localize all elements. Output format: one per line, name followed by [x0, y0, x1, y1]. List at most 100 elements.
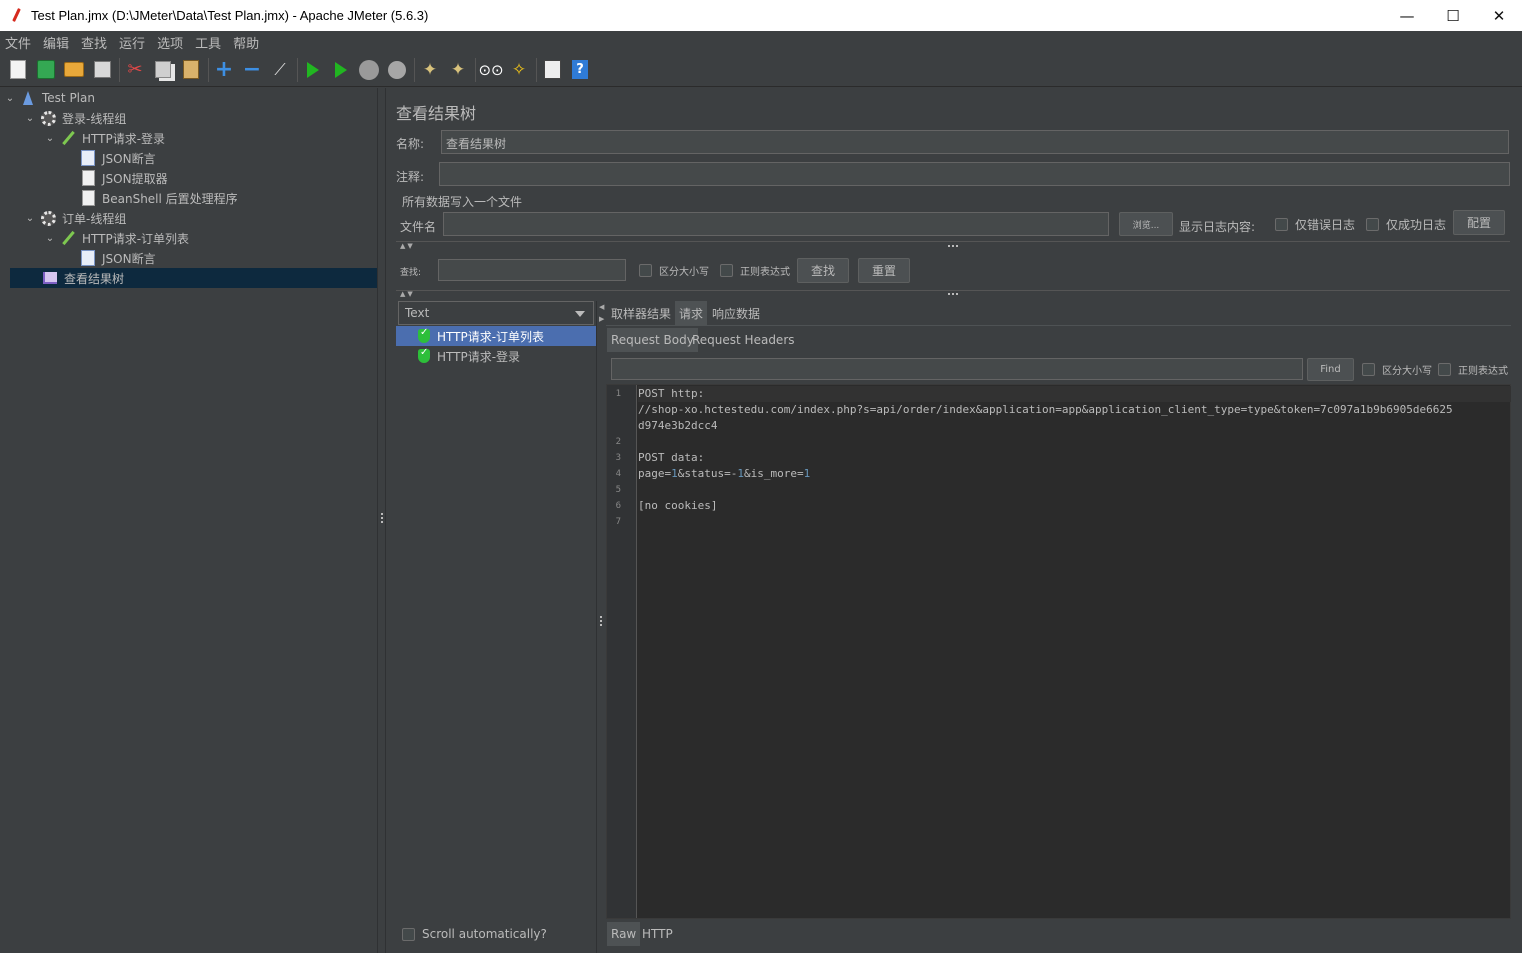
stop-button[interactable]: [358, 59, 380, 81]
list-item[interactable]: HTTP请求-订单列表: [396, 326, 596, 346]
chevron-down-icon[interactable]: ⌄: [24, 113, 36, 124]
expand-all-button[interactable]: +: [213, 57, 235, 82]
drag-grip-icon[interactable]: [948, 245, 960, 247]
tree-item-order-thread-group[interactable]: ⌄ 订单-线程组: [24, 208, 126, 228]
tree-item-login-thread-group[interactable]: ⌄ 登录-线程组: [24, 108, 126, 128]
start-button[interactable]: [302, 59, 324, 81]
collapse-arrows-icon[interactable]: ▲▼: [400, 242, 415, 250]
tab-request-body[interactable]: Request Body: [607, 328, 698, 352]
new-button[interactable]: [7, 59, 29, 81]
checkbox-box[interactable]: [639, 264, 652, 277]
tab-request-headers[interactable]: Request Headers: [688, 328, 799, 352]
tab-http[interactable]: HTTP: [638, 922, 677, 946]
checkbox-box[interactable]: [720, 264, 733, 277]
save-button[interactable]: [91, 59, 113, 81]
checkbox-box[interactable]: [1362, 363, 1375, 376]
regex-checkbox[interactable]: 正则表达式: [720, 263, 790, 278]
renderer-select[interactable]: Text: [398, 301, 594, 325]
menu-help[interactable]: 帮助: [228, 33, 265, 52]
tab-raw[interactable]: Raw: [607, 922, 641, 946]
list-item[interactable]: HTTP请求-登录: [396, 346, 596, 366]
close-button[interactable]: ✕: [1476, 0, 1522, 31]
tree-item-json-assertion[interactable]: JSON断言: [80, 148, 156, 168]
line-number: 4: [615, 469, 621, 479]
checkbox-box[interactable]: [1275, 218, 1288, 231]
tab-request[interactable]: 请求: [675, 301, 708, 325]
configure-button[interactable]: 配置: [1453, 210, 1505, 235]
start-no-pauses-button[interactable]: [330, 59, 352, 81]
collapse-arrows-icon[interactable]: ▲▼: [400, 290, 415, 298]
tab-underline: [606, 325, 1511, 326]
checkbox-box[interactable]: [1438, 363, 1451, 376]
tab-sampler-result[interactable]: 取样器结果: [607, 301, 675, 325]
main-splitter[interactable]: [377, 88, 386, 953]
search-input[interactable]: [438, 259, 626, 281]
minimize-button[interactable]: —: [1384, 0, 1430, 31]
copy-icon: [155, 61, 171, 78]
menu-run[interactable]: 运行: [114, 33, 151, 52]
toolbar-separator: [414, 57, 415, 82]
tree-item-http-order-list[interactable]: ⌄ HTTP请求-订单列表: [44, 228, 189, 248]
toolbar-separator: [475, 57, 476, 82]
tree-item-json-assertion-2[interactable]: JSON断言: [80, 248, 156, 268]
chevron-down-icon[interactable]: ⌄: [4, 93, 16, 104]
chevron-down-icon[interactable]: ⌄: [44, 133, 56, 144]
menu-search[interactable]: 查找: [76, 33, 113, 52]
chevron-down-icon[interactable]: ⌄: [44, 233, 56, 244]
reset-search-button[interactable]: ✧: [508, 59, 530, 81]
splitter-grip-icon: [381, 513, 383, 525]
success-only-checkbox[interactable]: 仅成功日志: [1366, 216, 1446, 233]
arrow-left-icon[interactable]: ◀: [599, 303, 604, 311]
editor-case-sensitive-checkbox[interactable]: 区分大小写: [1362, 362, 1432, 377]
code-line: d974e3b2dcc4: [638, 419, 718, 432]
arrow-right-icon[interactable]: ▶: [599, 315, 604, 323]
checkbox-box[interactable]: [1366, 218, 1379, 231]
case-sensitive-checkbox[interactable]: 区分大小写: [639, 263, 709, 278]
tree-item-beanshell-postprocessor[interactable]: BeanShell 后置处理程序: [80, 188, 238, 208]
reset-button[interactable]: 重置: [858, 258, 910, 283]
clear-all-button[interactable]: ✦: [447, 59, 469, 81]
tree-item-view-results-tree[interactable]: 查看结果树: [10, 268, 377, 288]
checkbox-box[interactable]: [402, 927, 415, 941]
copy-button[interactable]: [152, 59, 174, 81]
toggle-button[interactable]: ⟋: [269, 59, 291, 81]
tree-item-http-login[interactable]: ⌄ HTTP请求-登录: [44, 128, 165, 148]
name-field[interactable]: 查看结果树: [441, 130, 1509, 154]
current-line-highlight: [638, 386, 1511, 402]
tab-response-data[interactable]: 响应数据: [708, 301, 764, 325]
drag-grip-icon[interactable]: [948, 293, 960, 295]
comment-field[interactable]: [439, 162, 1510, 186]
menu-tools[interactable]: 工具: [190, 33, 227, 52]
chevron-down-icon[interactable]: ⌄: [24, 213, 36, 224]
results-splitter[interactable]: ◀ ▶: [596, 301, 605, 953]
cut-button[interactable]: ✂: [124, 59, 146, 81]
paste-button[interactable]: [180, 59, 202, 81]
editor-find-button[interactable]: Find: [1307, 358, 1354, 381]
filename-field[interactable]: [443, 212, 1109, 236]
menu-options[interactable]: 选项: [152, 33, 189, 52]
request-body-editor[interactable]: 1 2 3 4 5 6 7 POST http: //shop-xo.hctes…: [606, 384, 1511, 919]
code-number: 1: [671, 467, 678, 480]
tree-item-test-plan[interactable]: ⌄ Test Plan: [4, 88, 95, 108]
collapse-all-button[interactable]: −: [241, 57, 263, 82]
function-list-icon: [543, 60, 561, 79]
tree-item-json-extractor[interactable]: JSON提取器: [80, 168, 168, 188]
function-helper-button[interactable]: [541, 59, 563, 81]
browse-button[interactable]: 浏览...: [1119, 212, 1173, 236]
shutdown-button[interactable]: [386, 59, 408, 81]
errors-only-checkbox[interactable]: 仅错误日志: [1275, 216, 1355, 233]
scroll-automatically-checkbox[interactable]: Scroll automatically?: [402, 927, 547, 941]
clear-button[interactable]: ✦: [419, 59, 441, 81]
open-button[interactable]: [63, 59, 85, 81]
maximize-button[interactable]: ☐: [1430, 0, 1476, 31]
pipette-icon: [60, 230, 76, 246]
editor-search-input[interactable]: [611, 358, 1303, 380]
help-button[interactable]: ?: [569, 59, 591, 81]
templates-button[interactable]: [35, 59, 57, 81]
search-button[interactable]: ⊙⊙: [478, 59, 503, 81]
menu-edit[interactable]: 编辑: [38, 33, 75, 52]
menu-bar: 文件 编辑 查找 运行 选项 工具 帮助: [0, 31, 1522, 53]
editor-regex-checkbox[interactable]: 正则表达式: [1438, 362, 1508, 377]
find-button[interactable]: 查找: [797, 258, 849, 283]
menu-file[interactable]: 文件: [0, 33, 37, 52]
